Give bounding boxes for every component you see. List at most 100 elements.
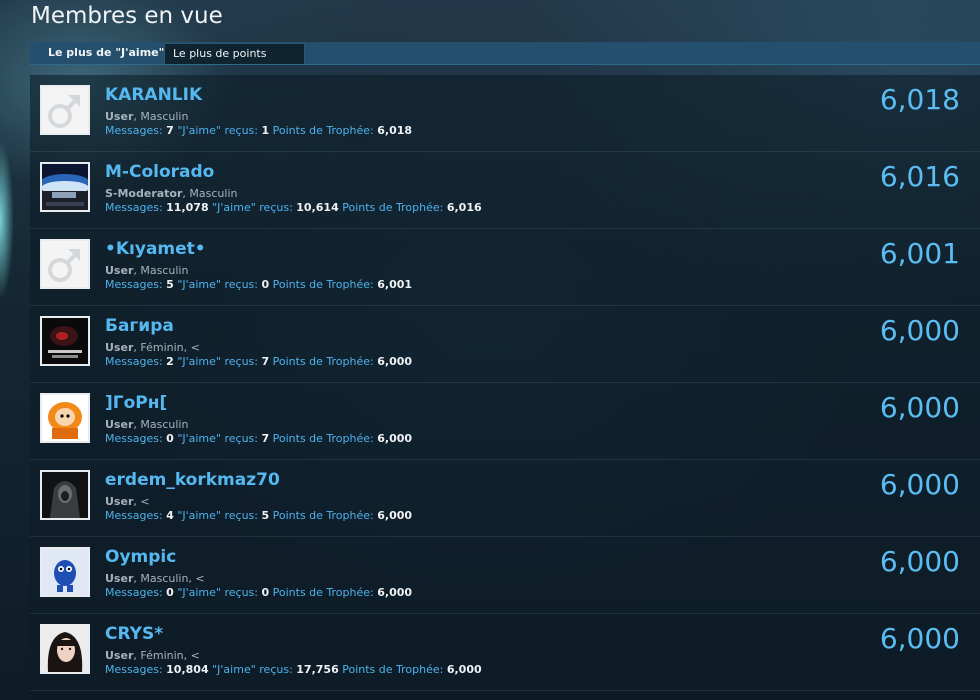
likes-label[interactable]: "J'aime" reçus:: [177, 124, 258, 137]
messages-count: 4: [166, 509, 174, 522]
male-default-icon[interactable]: [40, 239, 90, 289]
messages-count: 0: [166, 586, 174, 599]
member-score: 6,001: [879, 237, 960, 270]
member-score: 6,000: [879, 468, 960, 501]
member-score: 6,000: [879, 391, 960, 424]
likes-label[interactable]: "J'aime" reçus:: [212, 663, 293, 676]
member-info: User, Masculin: [105, 418, 188, 431]
trophy-label[interactable]: Points de Trophée:: [273, 124, 374, 137]
trophy-points: 6,016: [446, 201, 482, 214]
messages-label[interactable]: Messages:: [105, 278, 163, 291]
member-info: User, Féminin, <: [105, 341, 200, 354]
member-score: 6,000: [879, 545, 960, 578]
cartoon-character-image[interactable]: [40, 393, 90, 443]
member-score: 6,018: [879, 83, 960, 116]
likes-count: 17,756: [296, 663, 339, 676]
member-name[interactable]: •Kıyamet•: [105, 239, 206, 259]
trophy-label[interactable]: Points de Trophée:: [273, 278, 374, 291]
member-info: User, Masculin, <: [105, 572, 205, 585]
messages-label[interactable]: Messages:: [105, 355, 163, 368]
likes-label[interactable]: "J'aime" reçus:: [177, 509, 258, 522]
trophy-points: 6,000: [377, 509, 413, 522]
member-stats: Messages: 4 "J'aime" reçus: 5 Points de …: [105, 509, 412, 522]
messages-label[interactable]: Messages:: [105, 586, 163, 599]
member-role: User: [105, 110, 134, 123]
likes-count: 10,614: [296, 201, 339, 214]
member-role: User: [105, 649, 134, 662]
male-default-icon[interactable]: [40, 85, 90, 135]
likes-count: 7: [261, 355, 270, 368]
trophy-label[interactable]: Points de Trophée:: [273, 432, 374, 445]
member-role: User: [105, 495, 134, 508]
member-role: User: [105, 341, 134, 354]
likes-count: 0: [261, 278, 270, 291]
trophy-label[interactable]: Points de Trophée:: [273, 509, 374, 522]
member-role: User: [105, 418, 134, 431]
messages-label[interactable]: Messages:: [105, 124, 163, 137]
likes-label[interactable]: "J'aime" reçus:: [212, 201, 293, 214]
member-role: User: [105, 264, 134, 277]
member-stats: Messages: 5 "J'aime" reçus: 0 Points de …: [105, 278, 412, 291]
trophy-points: 6,000: [377, 355, 413, 368]
member-name[interactable]: M-Colorado: [105, 162, 214, 182]
member-details: , <: [133, 495, 150, 508]
member-role: S-Moderator: [105, 187, 183, 200]
likes-label[interactable]: "J'aime" reçus:: [177, 355, 258, 368]
woman-portrait-image[interactable]: [40, 624, 90, 674]
smoderator-badge-image[interactable]: [40, 162, 90, 212]
member-stats: Messages: 0 "J'aime" reçus: 0 Points de …: [105, 586, 412, 599]
list-item: erdem_korkmaz70 User, < Messages: 4 "J'a…: [30, 460, 980, 537]
trophy-label[interactable]: Points de Trophée:: [342, 201, 443, 214]
member-details: , Féminin, <: [133, 341, 200, 354]
tab-most-likes[interactable]: Le plus de "J'aime": [40, 43, 164, 64]
likes-label[interactable]: "J'aime" reçus:: [177, 432, 258, 445]
member-info: User, Masculin: [105, 110, 188, 123]
trophy-points: 6,018: [377, 124, 413, 137]
member-details: , Masculin: [133, 264, 189, 277]
messages-label[interactable]: Messages:: [105, 201, 163, 214]
list-item: ]ГоРн[ User, Masculin Messages: 0 "J'aim…: [30, 383, 980, 460]
tab-bar: Le plus de "J'aime" Le plus de points: [30, 42, 980, 65]
member-list: KARANLIK User, Masculin Messages: 7 "J'a…: [30, 75, 980, 700]
messages-count: 7: [166, 124, 174, 137]
tab-most-points[interactable]: Le plus de points: [164, 43, 305, 64]
dark-creature-image[interactable]: [40, 316, 90, 366]
member-stats: Messages: 10,804 "J'aime" reçus: 17,756 …: [105, 663, 482, 676]
member-name[interactable]: Oympic: [105, 547, 176, 567]
member-stats: Messages: 2 "J'aime" reçus: 7 Points de …: [105, 355, 412, 368]
trophy-label[interactable]: Points de Trophée:: [342, 663, 443, 676]
background-glow: [0, 140, 14, 300]
messages-count: 10,804: [166, 663, 209, 676]
messages-count: 2: [166, 355, 174, 368]
member-details: , Masculin: [182, 187, 238, 200]
likes-label[interactable]: "J'aime" reçus:: [177, 278, 258, 291]
member-details: , Féminin, <: [133, 649, 200, 662]
messages-label[interactable]: Messages:: [105, 432, 163, 445]
member-details: , Masculin: [133, 110, 189, 123]
list-item: M-Colorado S-Moderator, Masculin Message…: [30, 152, 980, 229]
hooded-figure-image[interactable]: [40, 470, 90, 520]
blue-candy-character-image[interactable]: [40, 547, 90, 597]
trophy-points: 6,000: [377, 432, 413, 445]
list-item: CRYS* User, Féminin, < Messages: 10,804 …: [30, 614, 980, 691]
messages-count: 11,078: [166, 201, 209, 214]
member-details: , Masculin: [133, 418, 189, 431]
likes-count: 1: [261, 124, 270, 137]
member-name[interactable]: ]ГоРн[: [105, 393, 167, 413]
member-role: User: [105, 572, 134, 585]
likes-label[interactable]: "J'aime" reçus:: [177, 586, 258, 599]
member-stats: Messages: 7 "J'aime" reçus: 1 Points de …: [105, 124, 412, 137]
member-info: User, <: [105, 495, 150, 508]
messages-label[interactable]: Messages:: [105, 509, 163, 522]
trophy-label[interactable]: Points de Trophée:: [273, 355, 374, 368]
member-name[interactable]: Багира: [105, 316, 174, 336]
member-name[interactable]: KARANLIK: [105, 85, 202, 105]
member-name[interactable]: erdem_korkmaz70: [105, 470, 280, 490]
member-score: 6,016: [879, 160, 960, 193]
trophy-label[interactable]: Points de Trophée:: [273, 586, 374, 599]
list-item: Oympic User, Masculin, < Messages: 0 "J'…: [30, 537, 980, 614]
messages-label[interactable]: Messages:: [105, 663, 163, 676]
likes-count: 0: [261, 586, 270, 599]
list-item: •Kıyamet• User, Masculin Messages: 5 "J'…: [30, 229, 980, 306]
member-name[interactable]: CRYS*: [105, 624, 163, 644]
